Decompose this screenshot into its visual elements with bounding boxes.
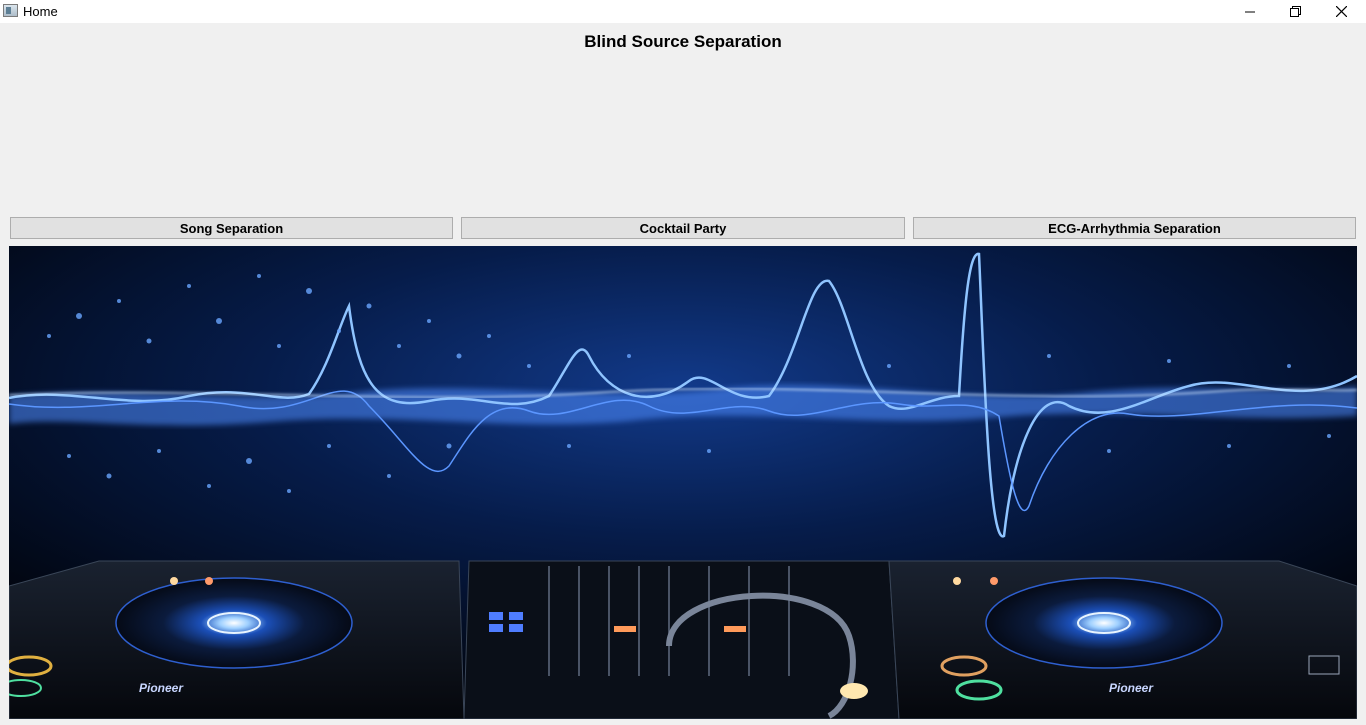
left-brand-label: Pioneer bbox=[139, 681, 184, 695]
app-icon bbox=[3, 4, 18, 17]
right-brand-label: Pioneer bbox=[1109, 681, 1154, 695]
minimize-icon bbox=[1245, 11, 1255, 12]
ecg-arrhythmia-separation-button[interactable]: ECG-Arrhythmia Separation bbox=[913, 217, 1356, 239]
dj-turntables-soundwave-image: Pioneer Pioneer bbox=[9, 246, 1357, 719]
restore-icon bbox=[1289, 6, 1301, 17]
window-titlebar: Home bbox=[0, 0, 1366, 23]
minimize-button[interactable] bbox=[1227, 0, 1273, 23]
left-turntable: Pioneer bbox=[9, 560, 465, 719]
close-icon bbox=[1335, 6, 1347, 17]
cocktail-party-button[interactable]: Cocktail Party bbox=[461, 217, 905, 239]
right-turntable: Pioneer bbox=[888, 560, 1357, 719]
page-title: Blind Source Separation bbox=[584, 32, 782, 51]
restore-button[interactable] bbox=[1272, 0, 1318, 23]
song-separation-button[interactable]: Song Separation bbox=[10, 217, 453, 239]
close-button[interactable] bbox=[1318, 0, 1364, 23]
center-mixer bbox=[463, 560, 900, 719]
window-title: Home bbox=[23, 4, 58, 19]
